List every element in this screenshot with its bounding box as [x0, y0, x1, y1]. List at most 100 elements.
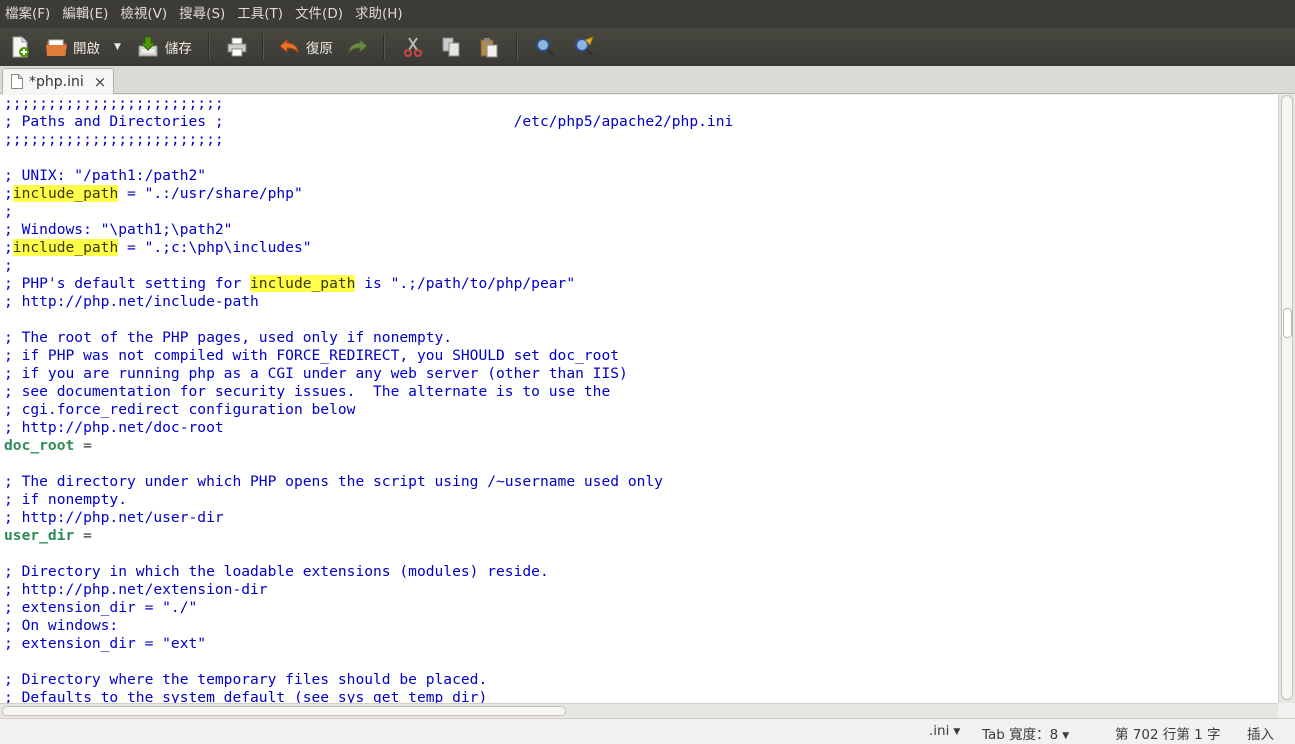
print-button[interactable] — [226, 31, 248, 63]
code-line[interactable]: ; if you are running php as a CGI under … — [4, 365, 1278, 383]
close-icon[interactable]: × — [94, 73, 107, 91]
cut-button[interactable] — [402, 31, 424, 63]
code-text: ; http://php.net/include-path — [4, 293, 259, 310]
code-line[interactable]: doc_root = — [4, 437, 1278, 455]
horizontal-scrollbar[interactable] — [0, 703, 1278, 718]
menu-help[interactable]: 求助(H) — [349, 0, 409, 28]
menu-view[interactable]: 檢視(V) — [114, 0, 173, 28]
code-line[interactable]: ; http://php.net/doc-root — [4, 419, 1278, 437]
code-line[interactable]: user_dir = — [4, 527, 1278, 545]
code-line[interactable]: ;;;;;;;;;;;;;;;;;;;;;;;;; — [4, 95, 1278, 113]
undo-button[interactable]: 復原 — [278, 31, 333, 63]
redo-icon — [347, 36, 369, 58]
paste-button[interactable] — [478, 31, 500, 63]
code-line[interactable]: ; On windows: — [4, 617, 1278, 635]
text-editor[interactable]: ;;;;;;;;;;;;;;;;;;;;;;;;;; Paths and Dir… — [0, 95, 1278, 703]
code-line[interactable]: ; if nonempty. — [4, 491, 1278, 509]
code-line[interactable]: ; extension_dir = "ext" — [4, 635, 1278, 653]
code-text: ; Windows: "\path1;\path2" — [4, 221, 233, 238]
code-line[interactable]: ;include_path = ".:/usr/share/php" — [4, 185, 1278, 203]
code-line[interactable]: ; extension_dir = "./" — [4, 599, 1278, 617]
toolbar: 開啟 ▼ 儲存 復原 — [0, 28, 1295, 66]
config-key: doc_root — [4, 437, 75, 454]
code-line[interactable]: ; The directory under which PHP opens th… — [4, 473, 1278, 491]
code-text: = ".;c:\php\includes" — [118, 239, 312, 256]
menu-file[interactable]: 檔案(F) — [0, 0, 56, 28]
horizontal-scrollbar-thumb[interactable] — [2, 706, 566, 716]
code-line[interactable]: ​ — [4, 653, 1278, 671]
tab-bar: *php.ini × — [0, 66, 1295, 94]
copy-button[interactable] — [440, 31, 462, 63]
code-line[interactable]: ; Directory where the temporary files sh… — [4, 671, 1278, 689]
menu-tools[interactable]: 工具(T) — [231, 0, 289, 28]
code-text: ; if PHP was not compiled with FORCE_RED… — [4, 347, 620, 364]
code-line[interactable]: ; Paths and Directories ; /etc/php5/apac… — [4, 113, 1278, 131]
code-text: ; http://php.net/extension-dir — [4, 581, 268, 598]
new-button[interactable] — [9, 31, 31, 63]
code-line[interactable]: ; cgi.force_redirect configuration below — [4, 401, 1278, 419]
code-line[interactable]: ; http://php.net/extension-dir — [4, 581, 1278, 599]
code-text: ; Directory in which the loadable extens… — [4, 563, 549, 580]
insert-mode: 插入 — [1247, 727, 1274, 743]
language-selector[interactable]: .ini ▼ — [929, 723, 960, 739]
code-line[interactable]: ; PHP's default setting for include_path… — [4, 275, 1278, 293]
code-text: ; Paths and Directories ; — [4, 113, 224, 130]
code-text: ; — [4, 257, 13, 274]
find-replace-button[interactable] — [573, 31, 595, 63]
vertical-scrollbar[interactable] — [1278, 95, 1295, 703]
code-line[interactable]: ; UNIX: "/path1:/path2" — [4, 167, 1278, 185]
code-text: ; — [4, 185, 13, 202]
toolbar-separator — [207, 34, 210, 60]
code-text: ; extension_dir = "./" — [4, 599, 198, 616]
search-icon — [534, 36, 556, 58]
tab-width-selector[interactable]: Tab 寬度：8 ▼ — [982, 723, 1069, 743]
code-text: = ".:/usr/share/php" — [118, 185, 303, 202]
code-content[interactable]: ;;;;;;;;;;;;;;;;;;;;;;;;;; Paths and Dir… — [0, 95, 1278, 703]
code-text: = — [74, 437, 92, 454]
code-text: is ".;/path/to/php/pear" — [355, 275, 576, 292]
menu-bar: 檔案(F) 編輯(E) 檢視(V) 搜尋(S) 工具(T) 文件(D) 求助(H… — [0, 0, 1295, 28]
open-button[interactable]: 開啟 — [45, 31, 100, 63]
open-recent-dropdown[interactable]: ▼ — [114, 31, 121, 63]
find-button[interactable] — [534, 31, 556, 63]
code-line[interactable]: ; Windows: "\path1;\path2" — [4, 221, 1278, 239]
save-button[interactable]: 儲存 — [137, 31, 192, 63]
code-line[interactable]: ; http://php.net/include-path — [4, 293, 1278, 311]
code-line[interactable]: ; http://php.net/user-dir — [4, 509, 1278, 527]
document-icon — [11, 74, 23, 89]
code-line[interactable]: ; The root of the PHP pages, used only i… — [4, 329, 1278, 347]
menu-search[interactable]: 搜尋(S) — [173, 0, 231, 28]
code-line[interactable]: ; — [4, 257, 1278, 275]
redo-button[interactable] — [347, 31, 369, 63]
code-text: ; The root of the PHP pages, used only i… — [4, 329, 453, 346]
dropdown-arrow-icon: ▼ — [114, 42, 121, 52]
menu-edit[interactable]: 編輯(E) — [56, 0, 114, 28]
code-line[interactable]: ;include_path = ".;c:\php\includes" — [4, 239, 1278, 257]
code-text: ;;;;;;;;;;;;;;;;;;;;;;;;; — [4, 131, 224, 148]
code-line[interactable]: ; — [4, 203, 1278, 221]
menu-documents[interactable]: 文件(D) — [289, 0, 349, 28]
undo-label: 復原 — [305, 41, 333, 57]
code-line[interactable]: ; Directory in which the loadable extens… — [4, 563, 1278, 581]
code-text: ; if nonempty. — [4, 491, 128, 508]
code-text: ; http://php.net/user-dir — [4, 509, 224, 526]
tab-php-ini[interactable]: *php.ini × — [2, 68, 114, 94]
print-icon — [226, 36, 248, 58]
search-highlight: include_path — [12, 185, 119, 202]
toolbar-separator — [261, 34, 264, 60]
code-line[interactable]: ​ — [4, 545, 1278, 563]
code-text: ; — [4, 203, 13, 220]
open-folder-icon — [45, 36, 67, 58]
search-replace-icon — [573, 36, 595, 58]
code-line[interactable]: ​ — [4, 311, 1278, 329]
code-line[interactable]: ; if PHP was not compiled with FORCE_RED… — [4, 347, 1278, 365]
code-line[interactable]: ​ — [4, 455, 1278, 473]
code-line[interactable]: ; Defaults to the system default (see sy… — [4, 689, 1278, 703]
code-text: ; Defaults to the system default (see sy… — [4, 689, 488, 703]
code-line[interactable]: ;;;;;;;;;;;;;;;;;;;;;;;;; — [4, 131, 1278, 149]
cut-icon — [402, 36, 424, 58]
code-line[interactable]: ; see documentation for security issues.… — [4, 383, 1278, 401]
code-line[interactable]: ​ — [4, 149, 1278, 167]
vertical-scrollbar-thumb[interactable] — [1281, 95, 1293, 700]
code-text: ; Directory where the temporary files sh… — [4, 671, 488, 688]
